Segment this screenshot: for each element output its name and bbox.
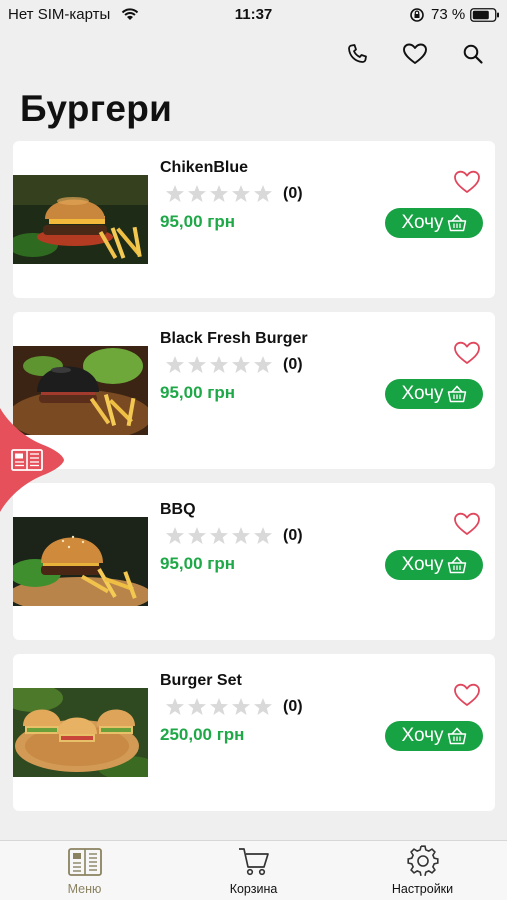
basket-icon: [447, 385, 466, 403]
star-icon: [166, 698, 184, 715]
want-button-label: Хочу: [401, 212, 444, 233]
star-icon: [254, 356, 272, 373]
search-icon[interactable]: [459, 40, 487, 68]
rating-count: (0): [283, 527, 303, 544]
star-icon: [188, 185, 206, 202]
status-bar: Нет SIM-карты 11:37 73 %: [0, 0, 507, 30]
menu-book-icon: [67, 848, 102, 876]
side-menu-tab[interactable]: [0, 408, 66, 512]
rating-stars[interactable]: [165, 526, 273, 545]
rating-count: (0): [283, 185, 303, 202]
want-button[interactable]: Хочу: [385, 208, 483, 238]
favorite-heart-icon[interactable]: [453, 340, 481, 371]
rating-stars[interactable]: [165, 355, 273, 374]
tab-cart[interactable]: Корзина: [169, 841, 338, 900]
page-title: Бургери: [20, 88, 173, 129]
rating-count: (0): [283, 698, 303, 715]
product-name[interactable]: BBQ: [160, 501, 196, 519]
star-icon: [232, 698, 250, 715]
rating-stars[interactable]: [165, 697, 273, 716]
burger-with-fries-photo: [13, 175, 148, 264]
want-button-label: Хочу: [401, 383, 444, 404]
product-name[interactable]: ChikenBlue: [160, 159, 248, 177]
product-price: 250,00 грн: [160, 725, 245, 744]
star-icon: [254, 527, 272, 544]
star-icon: [210, 527, 228, 544]
product-card[interactable]: ChikenBlue (0) 95,00 грн Хочу: [13, 141, 495, 298]
battery-percent: 73 %: [431, 6, 466, 23]
tab-menu-label: Меню: [67, 882, 102, 896]
rating-stars[interactable]: [165, 184, 273, 203]
star-icon: [210, 356, 228, 373]
star-icon: [166, 185, 184, 202]
star-icon: [210, 185, 228, 202]
phone-icon[interactable]: [343, 40, 371, 68]
gear-icon: [406, 845, 439, 876]
bbq-burger-photo: [13, 517, 148, 606]
product-card[interactable]: Burger Set (0) 250,00 грн Хочу: [13, 654, 495, 811]
star-icon: [166, 527, 184, 544]
basket-icon: [447, 727, 466, 745]
heart-icon[interactable]: [401, 40, 429, 68]
tab-cart-label: Корзина: [229, 882, 278, 896]
star-icon: [232, 527, 250, 544]
star-icon: [254, 185, 272, 202]
cart-icon: [238, 848, 269, 876]
star-icon: [232, 185, 250, 202]
star-icon: [166, 356, 184, 373]
product-price: 95,00 грн: [160, 212, 235, 231]
product-name[interactable]: Burger Set: [160, 672, 242, 690]
star-icon: [188, 356, 206, 373]
basket-icon: [447, 556, 466, 574]
favorite-heart-icon[interactable]: [453, 682, 481, 713]
rotation-lock-icon: [409, 7, 425, 27]
battery-icon: [470, 8, 500, 26]
want-button-label: Хочу: [401, 554, 444, 575]
burger-set-photo: [13, 688, 148, 777]
rating-count: (0): [283, 356, 303, 373]
product-card[interactable]: BBQ (0) 95,00 грн Хочу: [13, 483, 495, 640]
product-price: 95,00 грн: [160, 554, 235, 573]
basket-icon: [447, 214, 466, 232]
star-icon: [232, 356, 250, 373]
favorite-heart-icon[interactable]: [453, 511, 481, 542]
bottom-tab-bar: Меню Корзина Настройки: [0, 840, 507, 900]
want-button[interactable]: Хочу: [385, 550, 483, 580]
star-icon: [210, 698, 228, 715]
star-icon: [188, 698, 206, 715]
star-icon: [188, 527, 206, 544]
star-icon: [254, 698, 272, 715]
product-name[interactable]: Black Fresh Burger: [160, 330, 308, 348]
product-price: 95,00 грн: [160, 383, 235, 402]
tab-menu[interactable]: Меню: [0, 841, 169, 900]
want-button[interactable]: Хочу: [385, 379, 483, 409]
want-button-label: Хочу: [401, 725, 444, 746]
tab-settings[interactable]: Настройки: [338, 841, 507, 900]
top-actions: [343, 40, 487, 68]
tab-settings-label: Настройки: [391, 882, 454, 896]
product-card[interactable]: Black Fresh Burger (0) 95,00 грн Хочу: [13, 312, 495, 469]
favorite-heart-icon[interactable]: [453, 169, 481, 200]
want-button[interactable]: Хочу: [385, 721, 483, 751]
